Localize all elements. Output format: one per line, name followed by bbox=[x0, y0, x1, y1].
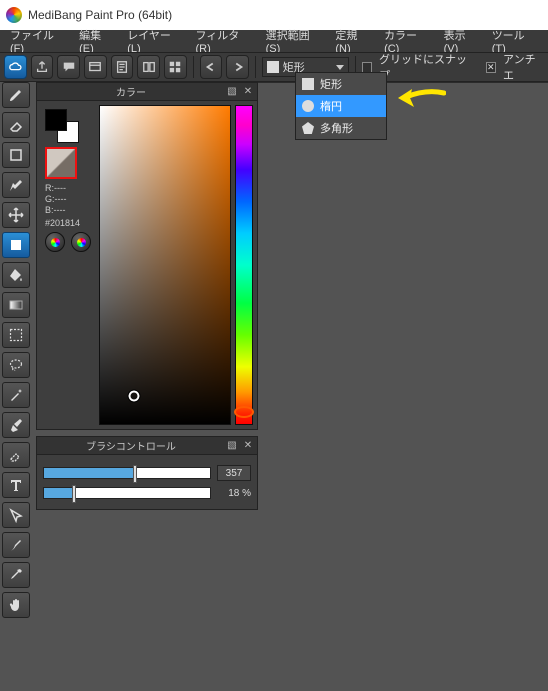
sv-cursor-icon bbox=[129, 391, 140, 402]
window-title: MediBang Paint Pro (64bit) bbox=[28, 8, 172, 22]
tool-eraser[interactable] bbox=[2, 112, 30, 138]
tool-dot[interactable] bbox=[2, 172, 30, 198]
hue-slider[interactable] bbox=[235, 105, 253, 425]
snap-grid-label: グリッドにスナップ bbox=[379, 51, 472, 83]
tool-select-pen[interactable] bbox=[2, 412, 30, 438]
panel-popout-icon[interactable]: ▧ bbox=[225, 85, 239, 99]
snap-grid-checkbox[interactable] bbox=[362, 62, 372, 73]
separator bbox=[193, 56, 194, 78]
palette-list-button[interactable] bbox=[71, 232, 91, 252]
share-button[interactable] bbox=[31, 55, 54, 79]
timelapse-button[interactable] bbox=[84, 55, 107, 79]
redo-button[interactable] bbox=[226, 55, 249, 79]
brush-size-slider[interactable] bbox=[43, 467, 211, 479]
ellipse-icon bbox=[302, 100, 314, 112]
tool-hand[interactable] bbox=[2, 592, 30, 618]
brush-opacity-value: 18 % bbox=[217, 488, 251, 499]
tool-gradient[interactable] bbox=[2, 292, 30, 318]
fg-bg-swatch[interactable] bbox=[45, 109, 79, 143]
canvas-area[interactable] bbox=[258, 82, 548, 691]
brush-size-value[interactable]: 357 bbox=[217, 465, 251, 481]
rgb-b: B:---- bbox=[41, 205, 93, 216]
tool-shape-outline[interactable] bbox=[2, 142, 30, 168]
separator bbox=[255, 56, 256, 78]
tool-options-bar: 矩形 グリッドにスナップ アンチエ bbox=[0, 52, 548, 82]
shape-option-label: 多角形 bbox=[320, 120, 353, 136]
color-panel-title: カラー bbox=[37, 84, 225, 99]
fg-color-swatch[interactable] bbox=[45, 109, 67, 131]
tool-brush[interactable] bbox=[2, 82, 30, 108]
tool-divide[interactable] bbox=[2, 532, 30, 558]
rect-icon bbox=[267, 61, 279, 73]
tool-select-rect[interactable] bbox=[2, 322, 30, 348]
rect-icon bbox=[302, 78, 314, 90]
polygon-icon bbox=[302, 122, 314, 134]
shape-option-label: 楕円 bbox=[320, 98, 342, 114]
menu-bar: ファイル(F) 編集(E) レイヤー(L) フィルタ(R) 選択範囲(S) 定規… bbox=[0, 30, 548, 52]
tool-operation[interactable] bbox=[2, 502, 30, 528]
tool-select-eraser[interactable] bbox=[2, 442, 30, 468]
shape-option-ellipse[interactable]: 楕円 bbox=[296, 95, 386, 117]
save-cloud-button[interactable] bbox=[4, 55, 27, 79]
rgb-r: R:---- bbox=[41, 183, 93, 194]
tool-fill-shape[interactable] bbox=[2, 232, 30, 258]
shape-option-polygon[interactable]: 多角形 bbox=[296, 117, 386, 139]
tile-view-button[interactable] bbox=[164, 55, 187, 79]
dropdown-caret-icon bbox=[336, 65, 344, 70]
hex-value: #201814 bbox=[41, 216, 93, 232]
sv-picker[interactable] bbox=[99, 105, 231, 425]
brush-control-panel: ブラシコントロール ▧ ✕ 357 18 % bbox=[36, 436, 258, 510]
tool-text[interactable] bbox=[2, 472, 30, 498]
panel-popout-icon[interactable]: ▧ bbox=[225, 439, 239, 453]
rgb-g: G:---- bbox=[41, 194, 93, 205]
brush-opacity-slider[interactable] bbox=[43, 487, 211, 499]
app-logo-icon bbox=[6, 7, 22, 23]
panel-close-icon[interactable]: ✕ bbox=[241, 439, 255, 453]
tool-move[interactable] bbox=[2, 202, 30, 228]
tool-magic-wand[interactable] bbox=[2, 382, 30, 408]
page-manage-button[interactable] bbox=[137, 55, 160, 79]
antialias-checkbox[interactable] bbox=[486, 62, 496, 73]
panel-close-icon[interactable]: ✕ bbox=[241, 85, 255, 99]
hue-cursor-icon bbox=[234, 406, 254, 418]
palette-wheel-button[interactable] bbox=[45, 232, 65, 252]
tool-bucket[interactable] bbox=[2, 262, 30, 288]
antialias-label: アンチエ bbox=[503, 51, 544, 83]
tool-eyedropper[interactable] bbox=[2, 562, 30, 588]
shape-option-rect[interactable]: 矩形 bbox=[296, 73, 386, 95]
shape-type-dropdown-list: 矩形 楕円 多角形 bbox=[295, 72, 387, 140]
color-panel: カラー ▧ ✕ R:---- G:---- B:---- #201814 bbox=[36, 82, 258, 430]
undo-button[interactable] bbox=[200, 55, 223, 79]
comment-button[interactable] bbox=[57, 55, 80, 79]
tool-column bbox=[2, 82, 32, 618]
material-button[interactable] bbox=[111, 55, 134, 79]
current-color-swatch[interactable] bbox=[45, 147, 77, 179]
brush-panel-title: ブラシコントロール bbox=[37, 438, 225, 453]
tool-lasso[interactable] bbox=[2, 352, 30, 378]
shape-option-label: 矩形 bbox=[320, 76, 342, 92]
